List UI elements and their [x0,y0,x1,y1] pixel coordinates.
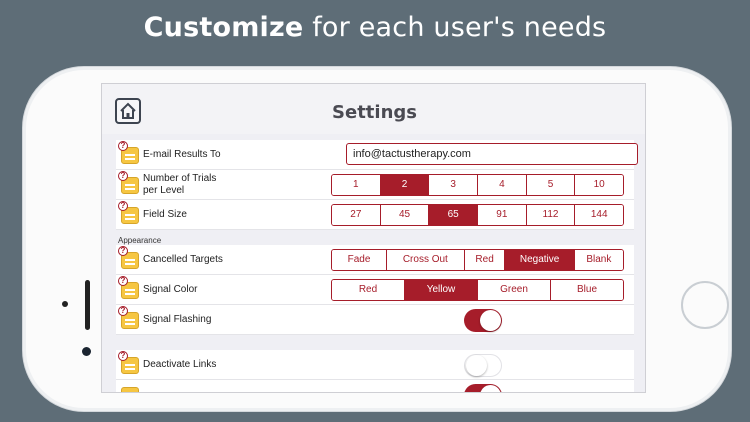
field-size-option-selected[interactable]: 65 [429,205,479,225]
appearance-section-header: Appearance [118,236,162,245]
headline: Customize for each user's needs [0,12,750,43]
toggle-knob [480,385,501,392]
email-field[interactable]: info@tactustherapy.com [346,143,638,165]
trials-option[interactable]: 4 [478,175,527,195]
toggle-knob [466,355,487,376]
cancelled-option-selected[interactable]: Negative [505,250,575,270]
settings-icon [121,387,139,392]
field-size-option[interactable]: 45 [380,205,430,225]
trials-label: Number of Trials per Level [143,173,216,197]
field-size-option[interactable]: 91 [478,205,527,225]
field-size-segmented-control: 27 45 65 91 112 144 [331,204,624,226]
camera [82,347,91,356]
trials-option[interactable]: 10 [575,175,623,195]
trials-option[interactable]: 5 [526,175,576,195]
headline-bold: Customize [143,12,304,43]
signal-color-option[interactable]: Blue [551,280,623,300]
help-icon[interactable]: ? [118,171,128,181]
signal-flashing-label: Signal Flashing [143,314,212,325]
signal-flashing-toggle[interactable] [464,309,502,332]
trials-segmented-control: 1 2 3 4 5 10 [331,174,624,196]
email-row: ? E-mail Results To info@tactustherapy.c… [116,140,638,170]
deactivate-links-row: ? Deactivate Links [116,350,634,380]
help-icon[interactable]: ? [118,276,128,286]
trials-row: ? Number of Trials per Level 1 2 3 4 5 1… [116,170,634,200]
trials-label-line2: per Level [143,185,185,196]
signal-color-label: Signal Color [143,284,198,295]
deactivate-links-label: Deactivate Links [143,359,217,370]
help-icon[interactable]: ? [118,246,128,256]
next-settings-row [116,380,634,392]
cancelled-targets-label: Cancelled Targets [143,254,223,265]
signal-color-option[interactable]: Green [478,280,551,300]
help-icon[interactable]: ? [118,141,128,151]
field-size-option[interactable]: 112 [526,205,576,225]
app-screen: Settings ? E-mail Results To info@tactus… [101,83,646,393]
help-icon[interactable]: ? [118,201,128,211]
field-size-label: Field Size [143,209,187,220]
signal-color-option-selected[interactable]: Yellow [405,280,478,300]
page-title: Settings [332,102,417,123]
signal-color-segmented-control: Red Yellow Green Blue [331,279,624,301]
field-size-option[interactable]: 144 [575,205,623,225]
headline-rest: for each user's needs [303,12,607,43]
signal-color-row: ? Signal Color Red Yellow Green Blue [116,275,634,305]
trials-option-selected[interactable]: 2 [380,175,430,195]
device-home-button[interactable] [681,281,729,329]
trials-option[interactable]: 1 [332,175,381,195]
trials-label-line1: Number of Trials [143,173,217,184]
cancelled-option[interactable]: Red [464,250,506,270]
cancelled-targets-segmented-control: Fade Cross Out Red Negative Blank [331,249,624,271]
speaker [85,280,90,330]
trials-option[interactable]: 3 [429,175,479,195]
toggle-knob [480,310,501,331]
help-icon[interactable]: ? [118,306,128,316]
nav-bar: Settings [102,84,645,134]
cancelled-targets-row: ? Cancelled Targets Fade Cross Out Red N… [116,245,634,275]
signal-color-option[interactable]: Red [332,280,405,300]
field-size-row: ? Field Size 27 45 65 91 112 144 [116,200,634,230]
deactivate-links-toggle[interactable] [464,354,502,377]
email-label: E-mail Results To [143,149,221,160]
cancelled-option[interactable]: Fade [332,250,387,270]
field-size-option[interactable]: 27 [332,205,381,225]
sensor [62,301,68,307]
cancelled-option[interactable]: Cross Out [386,250,465,270]
cancelled-option[interactable]: Blank [574,250,623,270]
next-toggle[interactable] [464,384,502,392]
signal-flashing-row: ? Signal Flashing [116,305,634,335]
help-icon[interactable]: ? [118,351,128,361]
